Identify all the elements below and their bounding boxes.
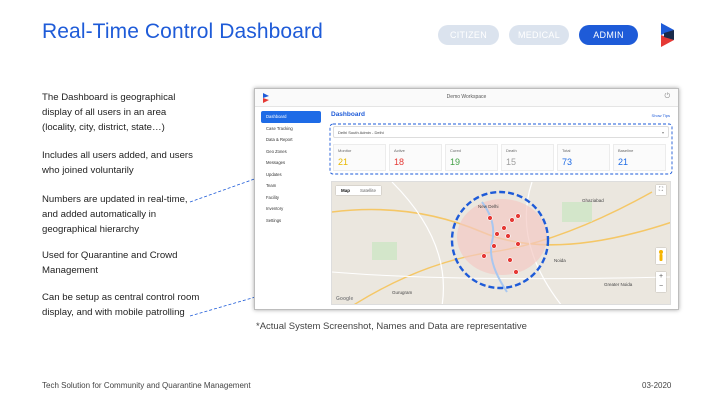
zoom-in-button[interactable]: +	[656, 272, 666, 282]
sidebar-item-inventory[interactable]: Inventory	[261, 203, 321, 215]
zoom-out-button[interactable]: −	[656, 282, 666, 292]
tab-citizen[interactable]: CITIZEN	[438, 25, 499, 45]
map-tab-map[interactable]: Map	[336, 186, 355, 195]
sidebar-item-geo-zones[interactable]: Geo Zones	[261, 146, 321, 158]
case-marker	[487, 215, 493, 221]
map-view[interactable]: New Delhi Gurugram Noida Ghaziabad Great…	[331, 181, 671, 305]
bullet-users: Includes all users added, and users who …	[42, 150, 193, 176]
app-sidebar: Dashboard Case Tracking Data & Report Ge…	[261, 111, 321, 226]
map-label-ghaziabad: Ghaziabad	[582, 198, 604, 203]
window-titlebar: Demo Workspace ⏻	[255, 89, 678, 107]
sidebar-item-messages[interactable]: Messages	[261, 157, 321, 169]
case-marker	[481, 253, 487, 259]
bullet-control-room: Can be setup as central control room dis…	[42, 292, 200, 318]
sidebar-item-updates[interactable]: Updates	[261, 169, 321, 181]
sidebar-item-team[interactable]: Team	[261, 180, 321, 192]
case-marker	[509, 217, 515, 223]
map-type-tabs: Map Satellite	[336, 186, 382, 195]
show-tips-link[interactable]: Show Tips	[652, 113, 670, 118]
map-zoom-controls: + −	[656, 272, 666, 292]
bullet-realtime: Numbers are updated in real-time, and ad…	[42, 194, 188, 235]
pegman-icon[interactable]	[656, 248, 666, 264]
case-marker	[501, 225, 507, 231]
sidebar-item-case-tracking[interactable]: Case Tracking	[261, 123, 321, 135]
slide-title: Real-Time Control Dashboard	[42, 20, 323, 43]
power-icon[interactable]: ⏻	[664, 93, 670, 101]
dashboard-main: Dashboard Show Tips Delhi South Admin - …	[329, 109, 674, 307]
bullet-quarantine: Used for Quarantine and Crowd Management	[42, 250, 178, 276]
tab-admin[interactable]: ADMIN	[579, 25, 638, 45]
map-label-new-delhi: New Delhi	[478, 204, 499, 209]
sidebar-item-dashboard[interactable]: Dashboard	[261, 111, 321, 123]
case-marker	[515, 241, 521, 247]
bullet-geographical: The Dashboard is geographical display of…	[42, 92, 176, 133]
sidebar-item-data-report[interactable]: Data & Report	[261, 134, 321, 146]
brand-logo-icon	[661, 23, 674, 47]
map-attribution: Google	[336, 296, 354, 302]
stats-highlight-box	[329, 123, 673, 175]
case-marker	[515, 213, 521, 219]
footer-date: 03-2020	[642, 381, 672, 390]
map-label-gurugram: Gurugram	[392, 290, 413, 295]
case-marker	[491, 243, 497, 249]
case-marker	[494, 231, 500, 237]
case-marker	[505, 233, 511, 239]
case-marker	[507, 257, 513, 263]
window-title: Demo Workspace	[446, 94, 487, 100]
map-tab-satellite[interactable]: Satellite	[355, 186, 381, 195]
app-screenshot: Demo Workspace ⏻ Dashboard Case Tracking…	[254, 88, 679, 310]
disclaimer: *Actual System Screenshot, Names and Dat…	[256, 321, 527, 332]
role-tabs: CITIZEN MEDICAL ADMIN	[438, 25, 638, 45]
map-label-noida: Noida	[554, 258, 566, 263]
tab-medical[interactable]: MEDICAL	[509, 25, 569, 45]
map-label-greater-noida: Greater Noida	[604, 282, 633, 287]
dashboard-title: Dashboard	[331, 111, 365, 118]
sidebar-item-settings[interactable]: Settings	[261, 215, 321, 227]
fullscreen-icon[interactable]: ⛶	[656, 185, 666, 195]
case-marker	[513, 269, 519, 275]
sidebar-item-facility[interactable]: Facility	[261, 192, 321, 204]
footer-text: Tech Solution for Community and Quaranti…	[42, 381, 251, 390]
